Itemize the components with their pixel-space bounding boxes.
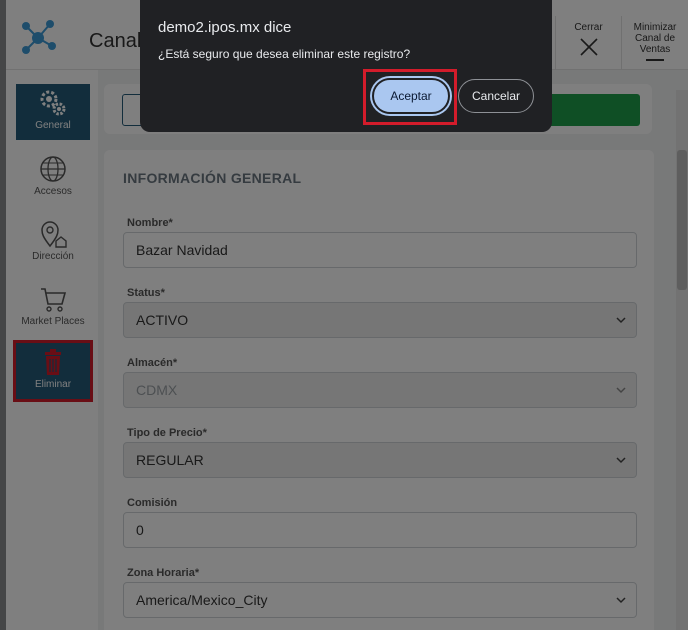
dialog-title: demo2.ipos.mx dice xyxy=(158,19,292,36)
accept-button[interactable]: Aceptar xyxy=(372,78,450,114)
cancel-button[interactable]: Cancelar xyxy=(458,79,534,113)
confirm-dialog: demo2.ipos.mx dice ¿Está seguro que dese… xyxy=(140,0,552,132)
dialog-message: ¿Está seguro que desea eliminar este reg… xyxy=(158,47,411,61)
